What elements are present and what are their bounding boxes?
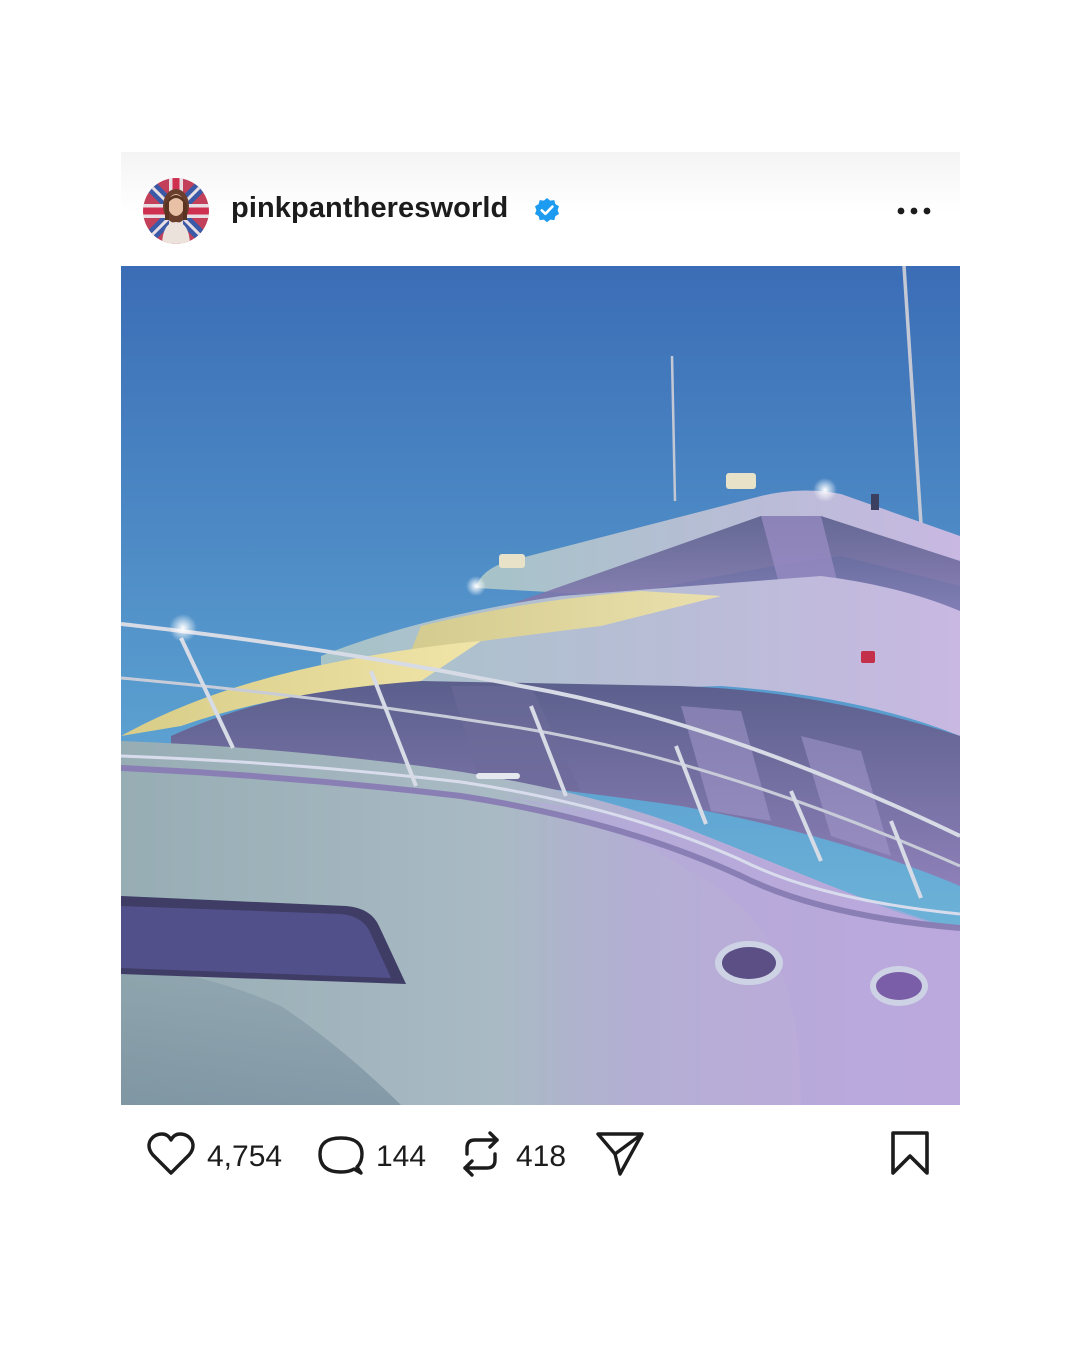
- bookmark-icon: [891, 1131, 929, 1175]
- repost-button[interactable]: 418: [459, 1130, 579, 1178]
- comment-icon: [318, 1136, 364, 1175]
- verified-badge-icon: [533, 197, 561, 225]
- post-image[interactable]: [121, 266, 960, 1105]
- comment-count: 144: [376, 1140, 427, 1173]
- repost-icon: [463, 1131, 499, 1177]
- avatar[interactable]: [143, 178, 209, 244]
- share-button[interactable]: [595, 1130, 645, 1178]
- action-bar: 4,754 144 418: [121, 1112, 960, 1192]
- more-options-icon[interactable]: [893, 194, 935, 228]
- heart-icon: [147, 1132, 195, 1175]
- post-card: pinkpantheresworld 4,754 144 418: [121, 152, 960, 1192]
- username[interactable]: pinkpantheresworld: [231, 192, 508, 225]
- repost-count: 418: [516, 1140, 567, 1173]
- like-count: 4,754: [207, 1140, 283, 1173]
- send-icon: [596, 1132, 644, 1176]
- save-button[interactable]: [889, 1130, 933, 1178]
- like-button[interactable]: 4,754: [146, 1130, 282, 1178]
- comment-button[interactable]: 144: [317, 1130, 437, 1178]
- post-header: pinkpantheresworld: [121, 152, 960, 266]
